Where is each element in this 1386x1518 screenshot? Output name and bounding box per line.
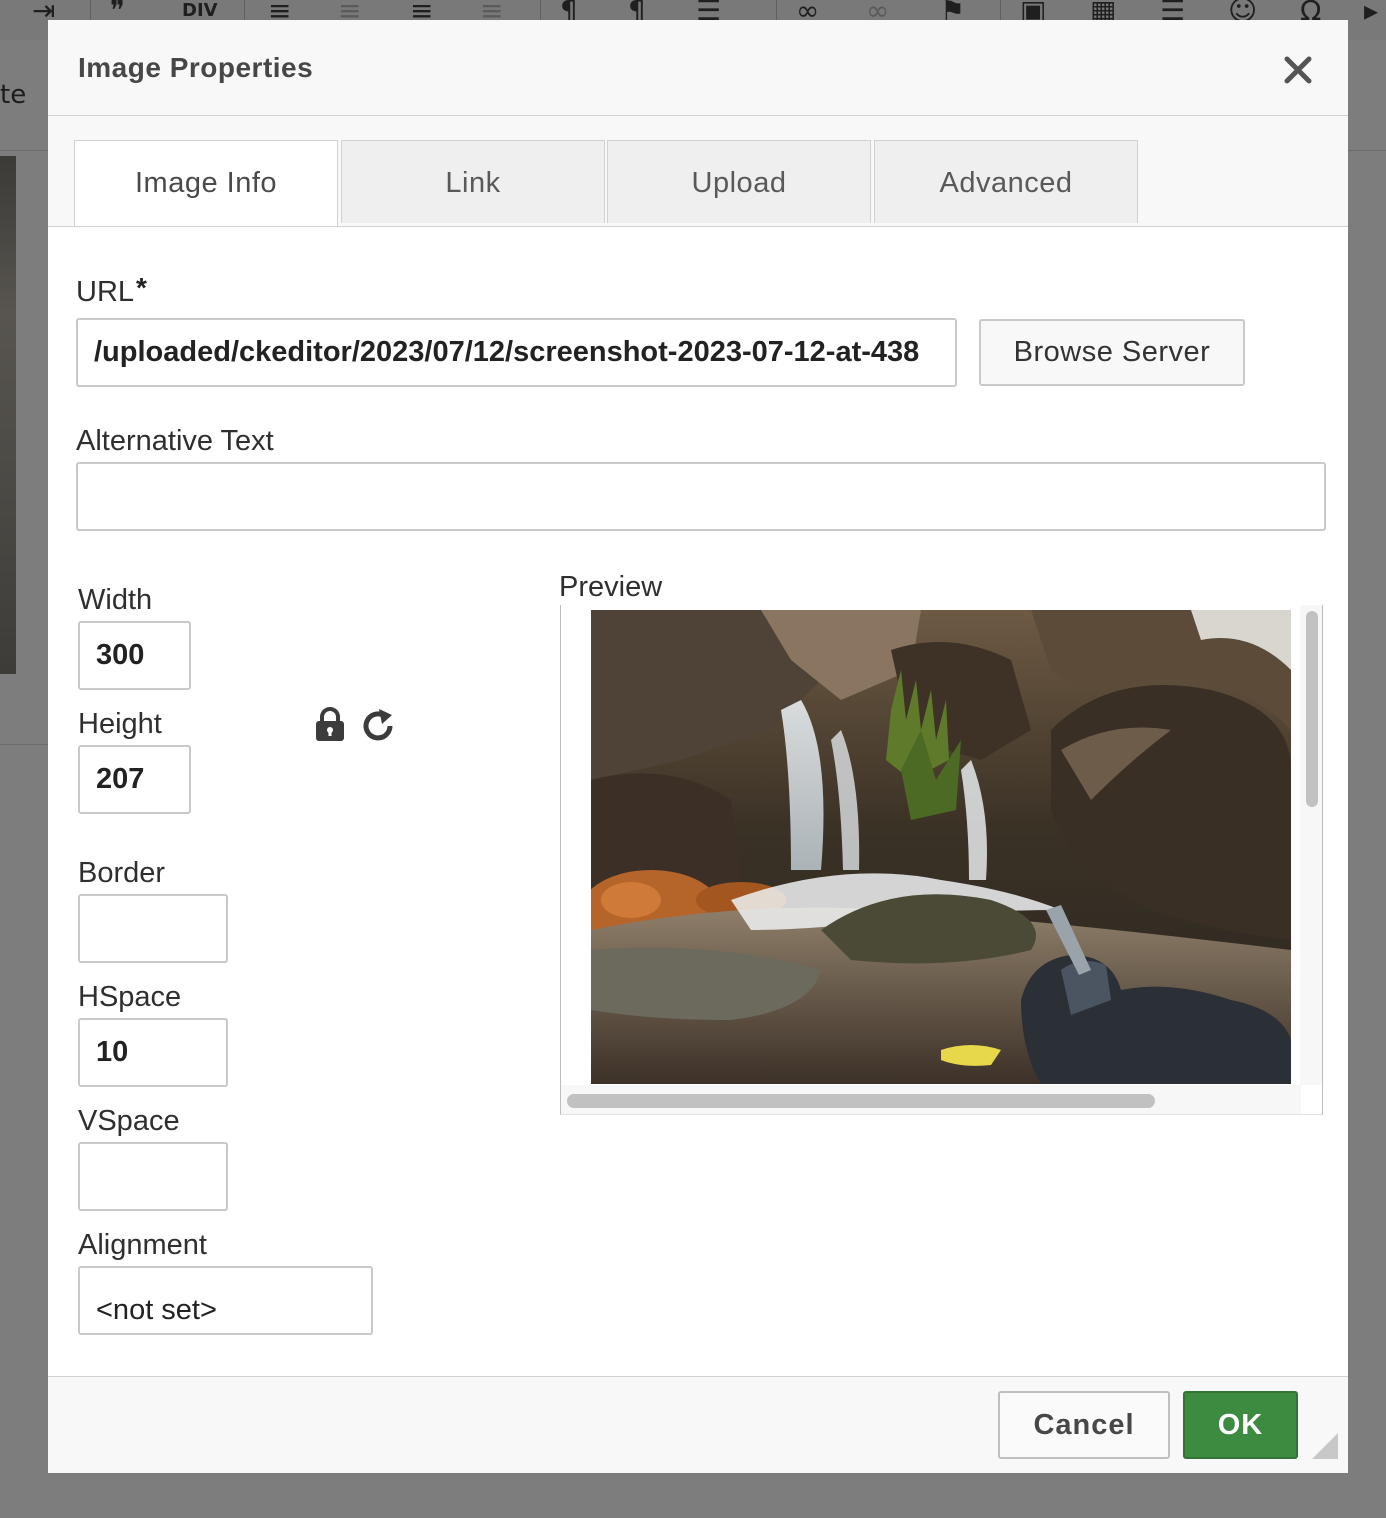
width-input[interactable]: 300 — [78, 621, 191, 690]
tab-upload[interactable]: Upload — [607, 140, 871, 223]
div-icon: DIV — [182, 0, 218, 21]
preview-image — [591, 610, 1291, 1084]
rtl-icon: ¶ — [628, 0, 646, 27]
tab-image-info[interactable]: Image Info — [74, 140, 338, 226]
image-properties-dialog: Image Properties Image Info Link Upload … — [48, 20, 1348, 1473]
preview-vertical-scroll-thumb[interactable] — [1306, 611, 1318, 807]
url-label: URL — [76, 276, 135, 308]
lock-ratio-button[interactable] — [314, 706, 346, 742]
dialog-footer: Cancel OK — [48, 1376, 1348, 1473]
border-input[interactable] — [78, 894, 228, 963]
hspace-input[interactable]: 10 — [78, 1018, 228, 1087]
editor-divider — [0, 744, 48, 745]
align-justify-icon: ≡ — [480, 0, 504, 27]
toolbar-separator — [244, 0, 245, 22]
hspace-label: HSpace — [78, 981, 182, 1013]
alt-text-input[interactable] — [76, 462, 1326, 531]
toolbar-separator — [90, 0, 91, 22]
toolbar-separator — [540, 0, 541, 22]
tab-bar: Image Info Link Upload Advanced — [48, 116, 1348, 227]
horizontal-rule-icon: ☰ — [1160, 0, 1186, 27]
blockquote-icon: ❞ — [110, 0, 126, 27]
dialog-header: Image Properties — [48, 20, 1348, 116]
close-button[interactable] — [1282, 54, 1314, 86]
height-input[interactable]: 207 — [78, 745, 191, 814]
editor-divider — [1348, 150, 1386, 151]
reset-size-button[interactable] — [362, 707, 396, 743]
toolbar-separator — [776, 0, 777, 22]
unlink-icon: ∞ — [866, 0, 890, 27]
editor-divider — [0, 150, 48, 151]
alignment-label: Alignment — [78, 1229, 207, 1261]
smiley-icon: ☺ — [1228, 0, 1258, 27]
alt-text-label: Alternative Text — [76, 425, 274, 457]
link-icon: ∞ — [796, 0, 820, 27]
indent-icon: ⇥ — [32, 0, 56, 27]
lock-icon — [316, 707, 344, 741]
vspace-label: VSpace — [78, 1105, 180, 1137]
language-icon: ☰ — [696, 0, 722, 27]
height-label: Height — [78, 708, 162, 740]
close-icon — [1284, 56, 1312, 84]
alignment-select[interactable]: <not set> — [78, 1266, 373, 1335]
ltr-icon: ¶ — [560, 0, 578, 27]
width-label: Width — [78, 584, 153, 616]
anchor-icon: ⚑ — [940, 0, 966, 27]
url-input[interactable]: /uploaded/ckeditor/2023/07/12/screenshot… — [76, 318, 957, 387]
required-marker: * — [136, 272, 147, 303]
align-right-icon: ≡ — [410, 0, 434, 27]
toolbar-more-icon: ▸ — [1364, 0, 1379, 27]
refresh-icon — [363, 709, 393, 741]
cancel-button[interactable]: Cancel — [998, 1391, 1170, 1459]
resize-handle[interactable] — [1312, 1433, 1338, 1459]
vspace-input[interactable] — [78, 1142, 228, 1211]
align-left-icon: ≡ — [268, 0, 292, 27]
browse-server-button[interactable]: Browse Server — [979, 319, 1245, 386]
editor-text-fragment: te — [0, 80, 27, 110]
toolbar-separator — [1000, 0, 1001, 22]
image-icon: ▣ — [1020, 0, 1047, 27]
tab-link[interactable]: Link — [341, 140, 605, 223]
ok-button[interactable]: OK — [1183, 1391, 1298, 1459]
special-char-icon: Ω — [1300, 0, 1322, 27]
dialog-title: Image Properties — [78, 52, 314, 83]
tab-advanced[interactable]: Advanced — [874, 140, 1138, 223]
preview-pane[interactable] — [560, 605, 1323, 1115]
table-icon: ▦ — [1090, 0, 1117, 27]
align-center-icon: ≡ — [338, 0, 362, 27]
preview-horizontal-scroll-thumb[interactable] — [567, 1094, 1155, 1108]
editor-image-edge — [0, 156, 16, 674]
border-label: Border — [78, 857, 166, 889]
resize-grip-icon — [1312, 1433, 1338, 1459]
preview-label: Preview — [559, 571, 663, 603]
